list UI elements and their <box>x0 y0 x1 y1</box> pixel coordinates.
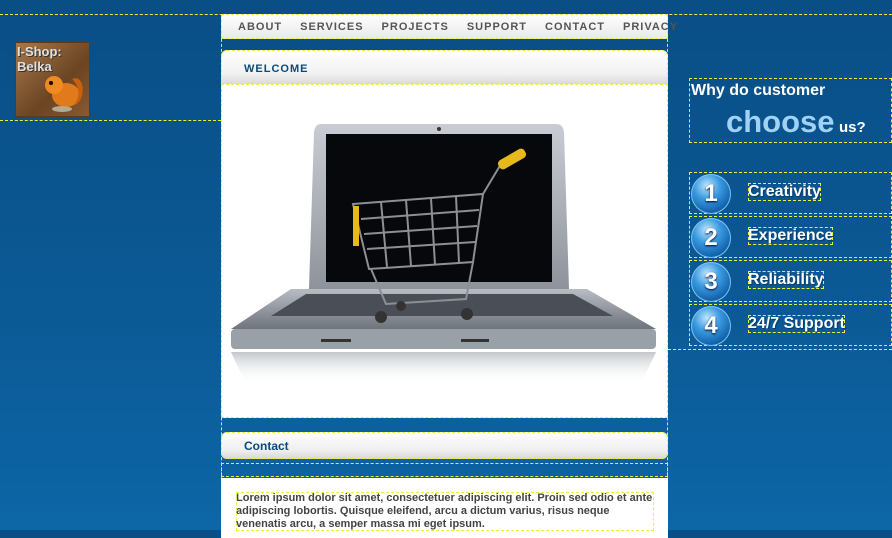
nav-contact[interactable]: CONTACT <box>545 21 605 33</box>
guide-line-left <box>0 120 221 121</box>
reason-label: Creativity <box>748 183 821 201</box>
reason-label: 24/7 Support <box>748 315 845 333</box>
nav-projects[interactable]: PROJECTS <box>382 21 449 33</box>
welcome-title: WELCOME <box>244 63 309 75</box>
reason-item: 3 Reliability <box>689 260 892 302</box>
welcome-header: WELCOME <box>221 50 668 84</box>
site-logo[interactable]: I-Shop: Belka <box>15 42 90 117</box>
welcome-image-panel <box>221 84 668 418</box>
contact-panel: Lorem ipsum dolor sit amet, consectetuer… <box>221 478 668 538</box>
number-badge-icon: 3 <box>691 262 731 302</box>
nav-support[interactable]: SUPPORT <box>467 21 527 33</box>
why-line2: choose <box>726 104 835 139</box>
number-badge-icon: 2 <box>691 218 731 258</box>
squirrel-icon <box>45 76 83 112</box>
reason-item: 2 Experience <box>689 216 892 258</box>
nav-about[interactable]: ABOUT <box>238 21 282 33</box>
guide-line-right <box>668 349 892 350</box>
reason-item: 4 24/7 Support <box>689 304 892 346</box>
number-badge-icon: 1 <box>691 174 731 214</box>
reason-label: Experience <box>748 227 834 245</box>
why-choose-us-heading: Why do customer choose us? <box>689 78 892 143</box>
contact-header: Contact <box>221 432 668 459</box>
why-line1: Why do customer <box>691 82 826 99</box>
nav-privacy[interactable]: PRIVACY <box>623 21 678 33</box>
contact-divider <box>221 463 668 477</box>
why-line3: us? <box>839 119 866 136</box>
reason-item: 1 Creativity <box>689 172 892 214</box>
number-badge-icon: 4 <box>691 306 731 346</box>
contact-body-text: Lorem ipsum dolor sit amet, consectetuer… <box>236 492 654 531</box>
contact-title: Contact <box>244 439 289 453</box>
laptop-shopping-cart-image <box>231 124 656 384</box>
top-nav: ABOUT SERVICES PROJECTS SUPPORT CONTACT … <box>221 14 677 39</box>
nav-services[interactable]: SERVICES <box>300 21 363 33</box>
reason-label: Reliability <box>748 271 824 289</box>
